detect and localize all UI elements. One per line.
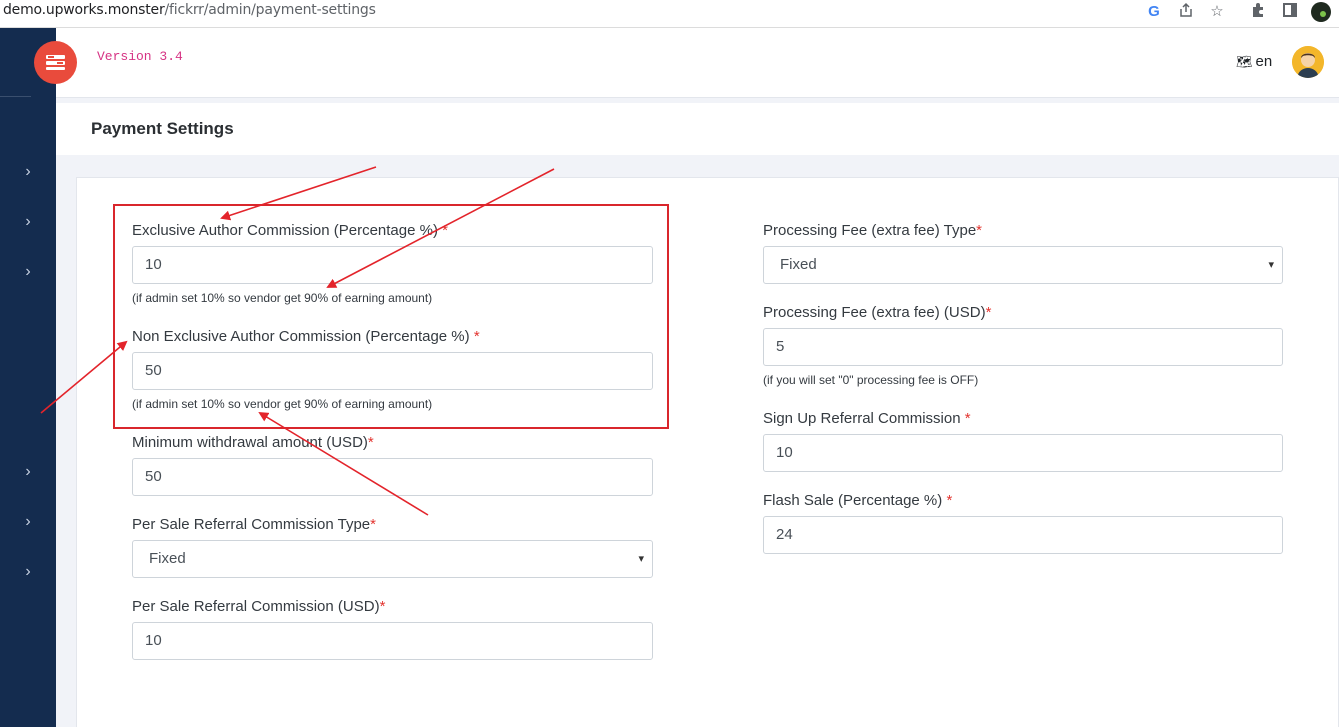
per-sale-referral-usd-label-text: Per Sale Referral Commission (USD) xyxy=(132,598,380,615)
star-icon[interactable]: ☆ xyxy=(1207,2,1227,22)
per-sale-referral-usd-input[interactable]: 10 xyxy=(132,622,653,660)
page-title-bar: Payment Settings xyxy=(56,103,1339,155)
sidebar-item-2-chevron-icon[interactable]: › xyxy=(18,212,38,232)
required-mark: * xyxy=(367,434,374,451)
url-path: /fickrr/admin/payment-settings xyxy=(164,2,376,18)
sidebar: › › › › › › xyxy=(0,28,56,727)
language-selector[interactable]: 🗺 en xyxy=(1236,53,1272,70)
per-sale-referral-type-label-text: Per Sale Referral Commission Type xyxy=(132,516,371,533)
page-title: Payment Settings xyxy=(91,119,234,138)
required-mark: * xyxy=(379,598,386,615)
required-mark: * xyxy=(985,304,992,321)
avatar[interactable] xyxy=(1292,46,1324,78)
processing-fee-type-select[interactable]: Fixed ▾ xyxy=(763,246,1283,284)
required-mark: * xyxy=(964,410,971,427)
signup-referral-label-text: Sign Up Referral Commission xyxy=(763,410,961,427)
flash-sale-input[interactable]: 24 xyxy=(763,516,1283,554)
sidebar-item-3-chevron-icon[interactable]: › xyxy=(18,262,38,282)
processing-fee-usd-input[interactable]: 5 xyxy=(763,328,1283,366)
url-text[interactable]: demo.upworks.monster/fickrr/admin/paymen… xyxy=(3,2,376,18)
sidepanel-icon[interactable] xyxy=(1280,2,1300,22)
per-sale-referral-type-label: Per Sale Referral Commission Type* xyxy=(132,516,376,533)
processing-fee-type-value: Fixed xyxy=(780,256,817,273)
sidebar-item-6-chevron-icon[interactable]: › xyxy=(18,562,38,582)
app-logo[interactable] xyxy=(34,41,77,84)
annotation-highlight-box xyxy=(113,204,669,429)
flash-sale-label-text: Flash Sale (Percentage %) xyxy=(763,492,943,509)
sidebar-item-5-chevron-icon[interactable]: › xyxy=(18,512,38,532)
processing-fee-usd-help: (if you will set "0" processing fee is O… xyxy=(763,373,979,387)
processing-fee-usd-label: Processing Fee (extra fee) (USD)* xyxy=(763,304,991,321)
processing-fee-usd-label-text: Processing Fee (extra fee) (USD) xyxy=(763,304,986,321)
top-header: Version 3.4 🗺 en xyxy=(56,28,1339,98)
required-mark: * xyxy=(976,222,983,239)
chevron-down-icon: ▾ xyxy=(638,553,644,565)
translate-icon: 🗺 xyxy=(1236,54,1253,69)
google-icon[interactable]: G xyxy=(1144,2,1164,22)
browser-address-bar: demo.upworks.monster/fickrr/admin/paymen… xyxy=(0,0,1339,28)
extension-icon[interactable] xyxy=(1248,2,1268,22)
min-withdrawal-label-text: Minimum withdrawal amount (USD) xyxy=(132,434,368,451)
sidebar-item-4-chevron-icon[interactable]: › xyxy=(18,462,38,482)
version-label: Version 3.4 xyxy=(97,49,183,64)
sidebar-item-1-chevron-icon[interactable]: › xyxy=(18,162,38,182)
sidebar-divider xyxy=(0,96,31,97)
min-withdrawal-label: Minimum withdrawal amount (USD)* xyxy=(132,434,374,451)
flash-sale-label: Flash Sale (Percentage %) * xyxy=(763,492,952,509)
share-icon[interactable] xyxy=(1176,2,1196,22)
profile-icon[interactable] xyxy=(1311,2,1331,22)
processing-fee-type-label: Processing Fee (extra fee) Type* xyxy=(763,222,982,239)
per-sale-referral-type-value: Fixed xyxy=(149,550,186,567)
per-sale-referral-type-select[interactable]: Fixed ▾ xyxy=(132,540,653,578)
required-mark: * xyxy=(946,492,953,509)
processing-fee-type-label-text: Processing Fee (extra fee) Type xyxy=(763,222,977,239)
per-sale-referral-usd-label: Per Sale Referral Commission (USD)* xyxy=(132,598,385,615)
language-code: en xyxy=(1255,53,1273,70)
url-host: demo.upworks.monster xyxy=(3,2,165,18)
min-withdrawal-input[interactable]: 50 xyxy=(132,458,653,496)
required-mark: * xyxy=(370,516,376,533)
signup-referral-label: Sign Up Referral Commission * xyxy=(763,410,971,427)
signup-referral-input[interactable]: 10 xyxy=(763,434,1283,472)
chevron-down-icon: ▾ xyxy=(1268,259,1274,271)
